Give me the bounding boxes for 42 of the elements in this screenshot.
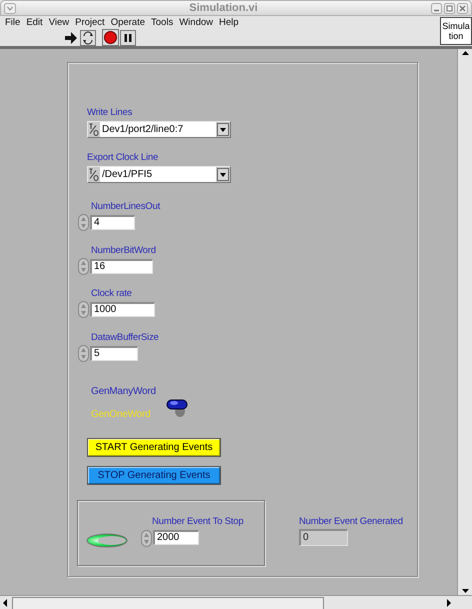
scrollbar-thumb[interactable] — [12, 596, 324, 609]
run-arrow-icon[interactable] — [63, 30, 79, 46]
menu-item[interactable]: Tools — [148, 17, 176, 28]
menu-item[interactable]: Edit — [23, 17, 46, 28]
numeric-field[interactable]: 2000 — [153, 530, 199, 545]
menu-item[interactable]: Help — [216, 17, 242, 28]
event-button[interactable]: START Generating Events — [87, 438, 221, 457]
numeric-field[interactable]: 4 — [90, 215, 135, 230]
menu-item[interactable]: Operate — [108, 17, 148, 28]
field-label: DatawBufferSize — [91, 332, 159, 343]
field-label: NumberBitWord — [91, 245, 156, 256]
field-label: Export Clock Line — [87, 152, 160, 163]
menu-item[interactable]: Project — [72, 17, 108, 28]
window-title: Simulation.vi — [188, 2, 259, 14]
maximize-icon[interactable] — [444, 2, 455, 14]
menu-item[interactable]: File — [2, 17, 24, 28]
window-menu-icon[interactable] — [4, 2, 16, 14]
pause-icon[interactable] — [120, 30, 136, 46]
io-name-icon — [88, 122, 100, 137]
vi-icon: Simula tion — [440, 17, 472, 45]
run-continuously-icon[interactable] — [80, 30, 96, 46]
close-icon[interactable] — [457, 2, 468, 14]
minimize-icon[interactable] — [431, 2, 442, 14]
scroll-right-icon[interactable] — [444, 598, 454, 608]
numeric-field[interactable]: 5 — [90, 346, 138, 361]
numeric-field[interactable]: 16 — [90, 259, 153, 274]
abort-icon[interactable] — [102, 29, 119, 46]
numeric-field[interactable]: 1000 — [90, 302, 155, 317]
field-label: Number Event Generated — [299, 516, 403, 527]
toggle-label: GenOneWord — [91, 409, 151, 420]
io-name-icon — [88, 167, 100, 182]
event-button[interactable]: STOP Generating Events — [87, 466, 221, 485]
io-dropdown[interactable]: Dev1/port2/line0:7 — [87, 121, 231, 138]
field-label: Number Event To Stop — [152, 516, 244, 527]
io-dropdown[interactable]: /Dev1/PFI5 — [87, 166, 231, 183]
toggle-label: GenManyWord — [91, 386, 156, 397]
menu-item[interactable]: Window — [176, 17, 216, 28]
field-label: Clock rate — [91, 288, 133, 299]
numeric-indicator: 0 — [299, 529, 348, 546]
menu-item[interactable]: View — [46, 17, 72, 28]
field-label: Write Lines — [87, 107, 134, 118]
field-label: NumberLinesOut — [91, 201, 160, 212]
